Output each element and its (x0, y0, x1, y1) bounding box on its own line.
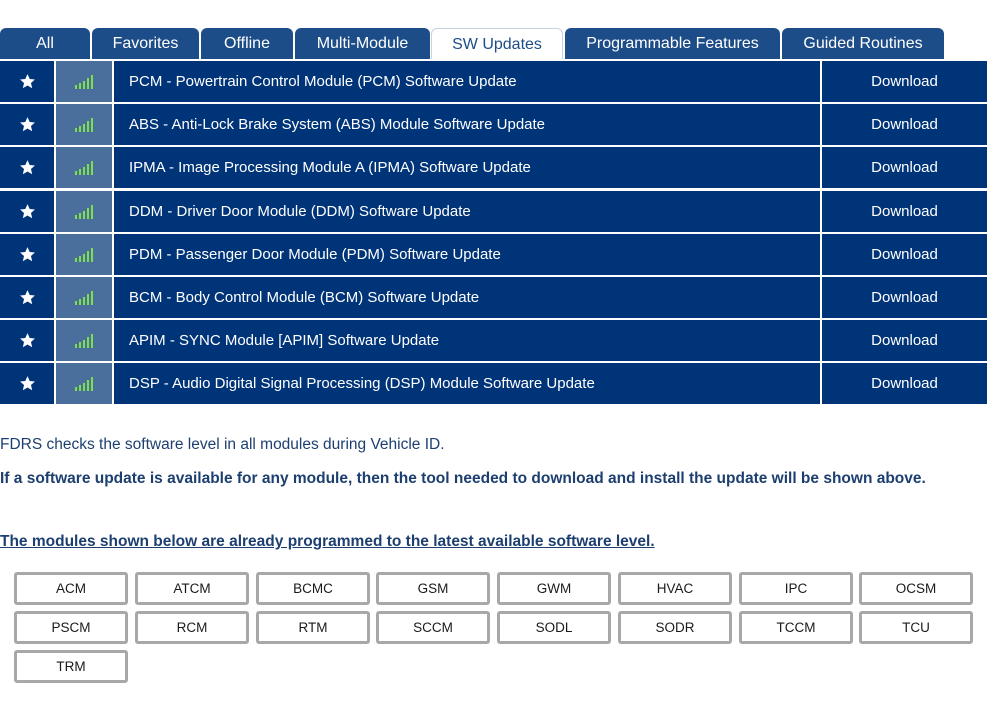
signal-cell (56, 147, 112, 188)
module-button-acm[interactable]: ACM (14, 572, 128, 605)
signal-cell (56, 61, 112, 102)
module-button-sodr[interactable]: SODR (618, 611, 732, 644)
tab-offline[interactable]: Offline (201, 28, 293, 59)
module-update-name: BCM - Body Control Module (BCM) Software… (114, 277, 820, 318)
signal-strength-icon (75, 117, 93, 132)
download-button[interactable]: Download (822, 320, 987, 361)
module-update-name: PDM - Passenger Door Module (PDM) Softwa… (114, 234, 820, 275)
module-button-tccm[interactable]: TCCM (739, 611, 853, 644)
module-button-ocsm[interactable]: OCSM (859, 572, 973, 605)
favorite-star-button[interactable] (0, 363, 54, 404)
signal-strength-icon (75, 204, 93, 219)
info-up-to-date-heading: The modules shown below are already prog… (0, 533, 655, 550)
module-button-atcm[interactable]: ATCM (135, 572, 249, 605)
download-button[interactable]: Download (822, 104, 987, 145)
table-row: ABS - Anti-Lock Brake System (ABS) Modul… (0, 104, 987, 145)
tab-multi-module[interactable]: Multi-Module (295, 28, 430, 59)
signal-strength-icon (75, 247, 93, 262)
signal-cell (56, 104, 112, 145)
favorite-star-button[interactable] (0, 104, 54, 145)
module-button-tcu[interactable]: TCU (859, 611, 973, 644)
table-row: PCM - Powertrain Control Module (PCM) So… (0, 61, 987, 102)
favorite-star-button[interactable] (0, 277, 54, 318)
table-row: DSP - Audio Digital Signal Processing (D… (0, 363, 987, 404)
star-icon (19, 376, 35, 391)
module-update-name: ABS - Anti-Lock Brake System (ABS) Modul… (114, 104, 820, 145)
favorite-star-button[interactable] (0, 61, 54, 102)
module-button-rcm[interactable]: RCM (135, 611, 249, 644)
up-to-date-modules: ACM ATCM BCMC GSM GWM HVAC IPC OCSM PSCM… (14, 572, 974, 684)
signal-cell (56, 191, 112, 232)
signal-strength-icon (75, 376, 93, 391)
download-button[interactable]: Download (822, 61, 987, 102)
star-icon (19, 290, 35, 305)
module-button-hvac[interactable]: HVAC (618, 572, 732, 605)
signal-strength-icon (75, 290, 93, 305)
download-button[interactable]: Download (822, 147, 987, 188)
module-button-gwm[interactable]: GWM (497, 572, 611, 605)
signal-cell (56, 363, 112, 404)
module-button-trm[interactable]: TRM (14, 650, 128, 683)
info-update-available-text: If a software update is available for an… (0, 470, 926, 487)
table-row: PDM - Passenger Door Module (PDM) Softwa… (0, 234, 987, 275)
module-update-name: DSP - Audio Digital Signal Processing (D… (114, 363, 820, 404)
table-row: DDM - Driver Door Module (DDM) Software … (0, 191, 987, 232)
update-table: PCM - Powertrain Control Module (PCM) So… (0, 61, 987, 407)
star-icon (19, 204, 35, 219)
star-icon (19, 160, 35, 175)
module-button-bcmc[interactable]: BCMC (256, 572, 370, 605)
tab-programmable-features[interactable]: Programmable Features (565, 28, 780, 59)
favorite-star-button[interactable] (0, 320, 54, 361)
download-button[interactable]: Download (822, 363, 987, 404)
module-update-name: IPMA - Image Processing Module A (IPMA) … (114, 147, 820, 188)
table-row: BCM - Body Control Module (BCM) Software… (0, 277, 987, 318)
module-button-rtm[interactable]: RTM (256, 611, 370, 644)
tab-all[interactable]: All (0, 28, 90, 59)
module-button-pscm[interactable]: PSCM (14, 611, 128, 644)
signal-strength-icon (75, 160, 93, 175)
tab-sw-updates[interactable]: SW Updates (431, 28, 563, 59)
star-icon (19, 247, 35, 262)
module-button-gsm[interactable]: GSM (376, 572, 490, 605)
favorite-star-button[interactable] (0, 191, 54, 232)
module-button-ipc[interactable]: IPC (739, 572, 853, 605)
download-button[interactable]: Download (822, 191, 987, 232)
favorite-star-button[interactable] (0, 234, 54, 275)
favorite-star-button[interactable] (0, 147, 54, 188)
signal-strength-icon (75, 333, 93, 348)
module-update-name: DDM - Driver Door Module (DDM) Software … (114, 191, 820, 232)
tab-favorites[interactable]: Favorites (92, 28, 199, 59)
module-update-name: PCM - Powertrain Control Module (PCM) So… (114, 61, 820, 102)
module-button-sodl[interactable]: SODL (497, 611, 611, 644)
table-row: APIM - SYNC Module [APIM] Software Updat… (0, 320, 987, 361)
tab-guided-routines[interactable]: Guided Routines (782, 28, 944, 59)
star-icon (19, 74, 35, 89)
signal-cell (56, 277, 112, 318)
signal-cell (56, 234, 112, 275)
star-icon (19, 117, 35, 132)
table-row: IPMA - Image Processing Module A (IPMA) … (0, 147, 987, 188)
star-icon (19, 333, 35, 348)
download-button[interactable]: Download (822, 277, 987, 318)
module-update-name: APIM - SYNC Module [APIM] Software Updat… (114, 320, 820, 361)
tab-bar: All Favorites Offline Multi-Module SW Up… (0, 28, 987, 59)
signal-cell (56, 320, 112, 361)
download-button[interactable]: Download (822, 234, 987, 275)
module-button-sccm[interactable]: SCCM (376, 611, 490, 644)
info-vehicle-id-text: FDRS checks the software level in all mo… (0, 436, 445, 453)
signal-strength-icon (75, 74, 93, 89)
